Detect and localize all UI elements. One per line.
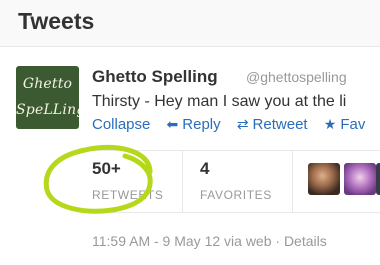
stats-divider <box>292 150 293 212</box>
stats-divider <box>182 150 183 212</box>
retweeter-avatar[interactable] <box>376 163 380 195</box>
retweets-label: RETWEETS <box>92 188 164 202</box>
favorites-label: FAVORITES <box>200 188 272 202</box>
favorites-count: 4 <box>200 159 210 178</box>
retweeter-avatar[interactable] <box>308 163 340 195</box>
tweet-actions: Collapse ⬅ Reply ⇄ Retweet ★ Fav <box>92 116 380 136</box>
stats-bottom-divider <box>92 212 380 213</box>
favorites-stat[interactable]: 4 FAVORITES <box>200 159 272 202</box>
avatar-text-line2: SpeLLing <box>16 102 79 118</box>
retweet-icon: ⇄ <box>236 116 249 132</box>
avatar[interactable]: Ghetto SpeLLing <box>16 66 79 129</box>
retweets-count: 50+ <box>92 159 121 178</box>
avatar-text-line1: Ghetto <box>22 76 73 92</box>
star-icon: ★ <box>323 116 337 132</box>
reply-arrow-icon: ⬅ <box>166 116 179 132</box>
retweet-button[interactable]: ⇄ Retweet <box>237 116 308 133</box>
reply-label: Reply <box>182 116 221 133</box>
page-title: Tweets <box>18 8 95 34</box>
retweets-stat[interactable]: 50+ RETWEETS <box>92 159 163 202</box>
retweeter-avatar[interactable] <box>344 163 376 195</box>
tweets-header: Tweets <box>0 0 380 47</box>
user-name[interactable]: Ghetto Spelling <box>92 67 218 87</box>
reply-button[interactable]: ⬅ Reply <box>167 116 221 133</box>
favorite-label: Fav <box>340 116 366 133</box>
user-handle[interactable]: @ghettospelling <box>246 69 347 85</box>
tweet-text: Thirsty - Hey man I saw you at the li <box>92 93 347 110</box>
tweet-meta: 11:59 AM - 9 May 12 via web · Details <box>92 233 327 249</box>
retweet-label: Retweet <box>252 116 308 133</box>
collapse-link[interactable]: Collapse <box>92 116 150 133</box>
stats-top-divider <box>92 150 380 151</box>
favorite-button[interactable]: ★ Fav <box>324 116 366 133</box>
